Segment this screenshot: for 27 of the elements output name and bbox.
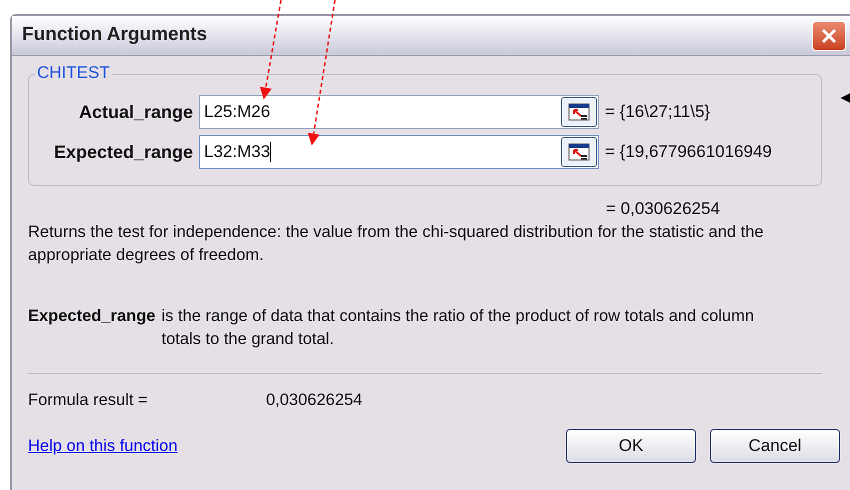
formula-result-value: 0,030626254 bbox=[266, 390, 362, 412]
argument-result: = {19,6779661016949 bbox=[604, 141, 772, 164]
help-link[interactable]: Help on this function bbox=[28, 434, 178, 458]
argument-label: Expected_range bbox=[52, 140, 194, 164]
function-name: CHITEST bbox=[35, 64, 112, 81]
collapse-dialog-button[interactable] bbox=[561, 97, 597, 127]
collapse-dialog-icon bbox=[568, 103, 590, 121]
collapse-dialog-icon bbox=[568, 143, 590, 161]
input-value: L25:M26 bbox=[204, 101, 270, 124]
formula-result-label: Formula result = bbox=[28, 390, 149, 412]
argument-input[interactable]: L32:M33 bbox=[199, 135, 599, 169]
argument-help-text: is the range of data that contains the ratio of the product of row totals and column totals to the grand total. bbox=[161, 306, 756, 350]
function-description: Returns the test for independence: the value from the chi-squared distribution for the statistic and the appropriate degrees of freedom. bbox=[28, 222, 765, 266]
input-value: L32:M33 bbox=[204, 141, 270, 164]
argument-result: = {16\27;11\5} bbox=[604, 101, 710, 124]
argument-label: Actual_range bbox=[78, 100, 194, 124]
close-icon bbox=[821, 28, 837, 44]
collapse-dialog-button[interactable] bbox=[561, 137, 597, 167]
argument-input[interactable]: L25:M26 bbox=[199, 95, 599, 129]
annotation-arrow bbox=[840, 92, 850, 104]
dialog-button[interactable]: Cancel bbox=[710, 429, 840, 463]
argument-help-name: Expected_range bbox=[28, 306, 156, 328]
function-result: = 0,030626254 bbox=[606, 198, 720, 220]
text-cursor bbox=[270, 142, 272, 162]
close-button[interactable] bbox=[812, 20, 846, 50]
window-title: Function Arguments bbox=[22, 23, 208, 48]
dialog-button[interactable]: OK bbox=[566, 429, 696, 463]
